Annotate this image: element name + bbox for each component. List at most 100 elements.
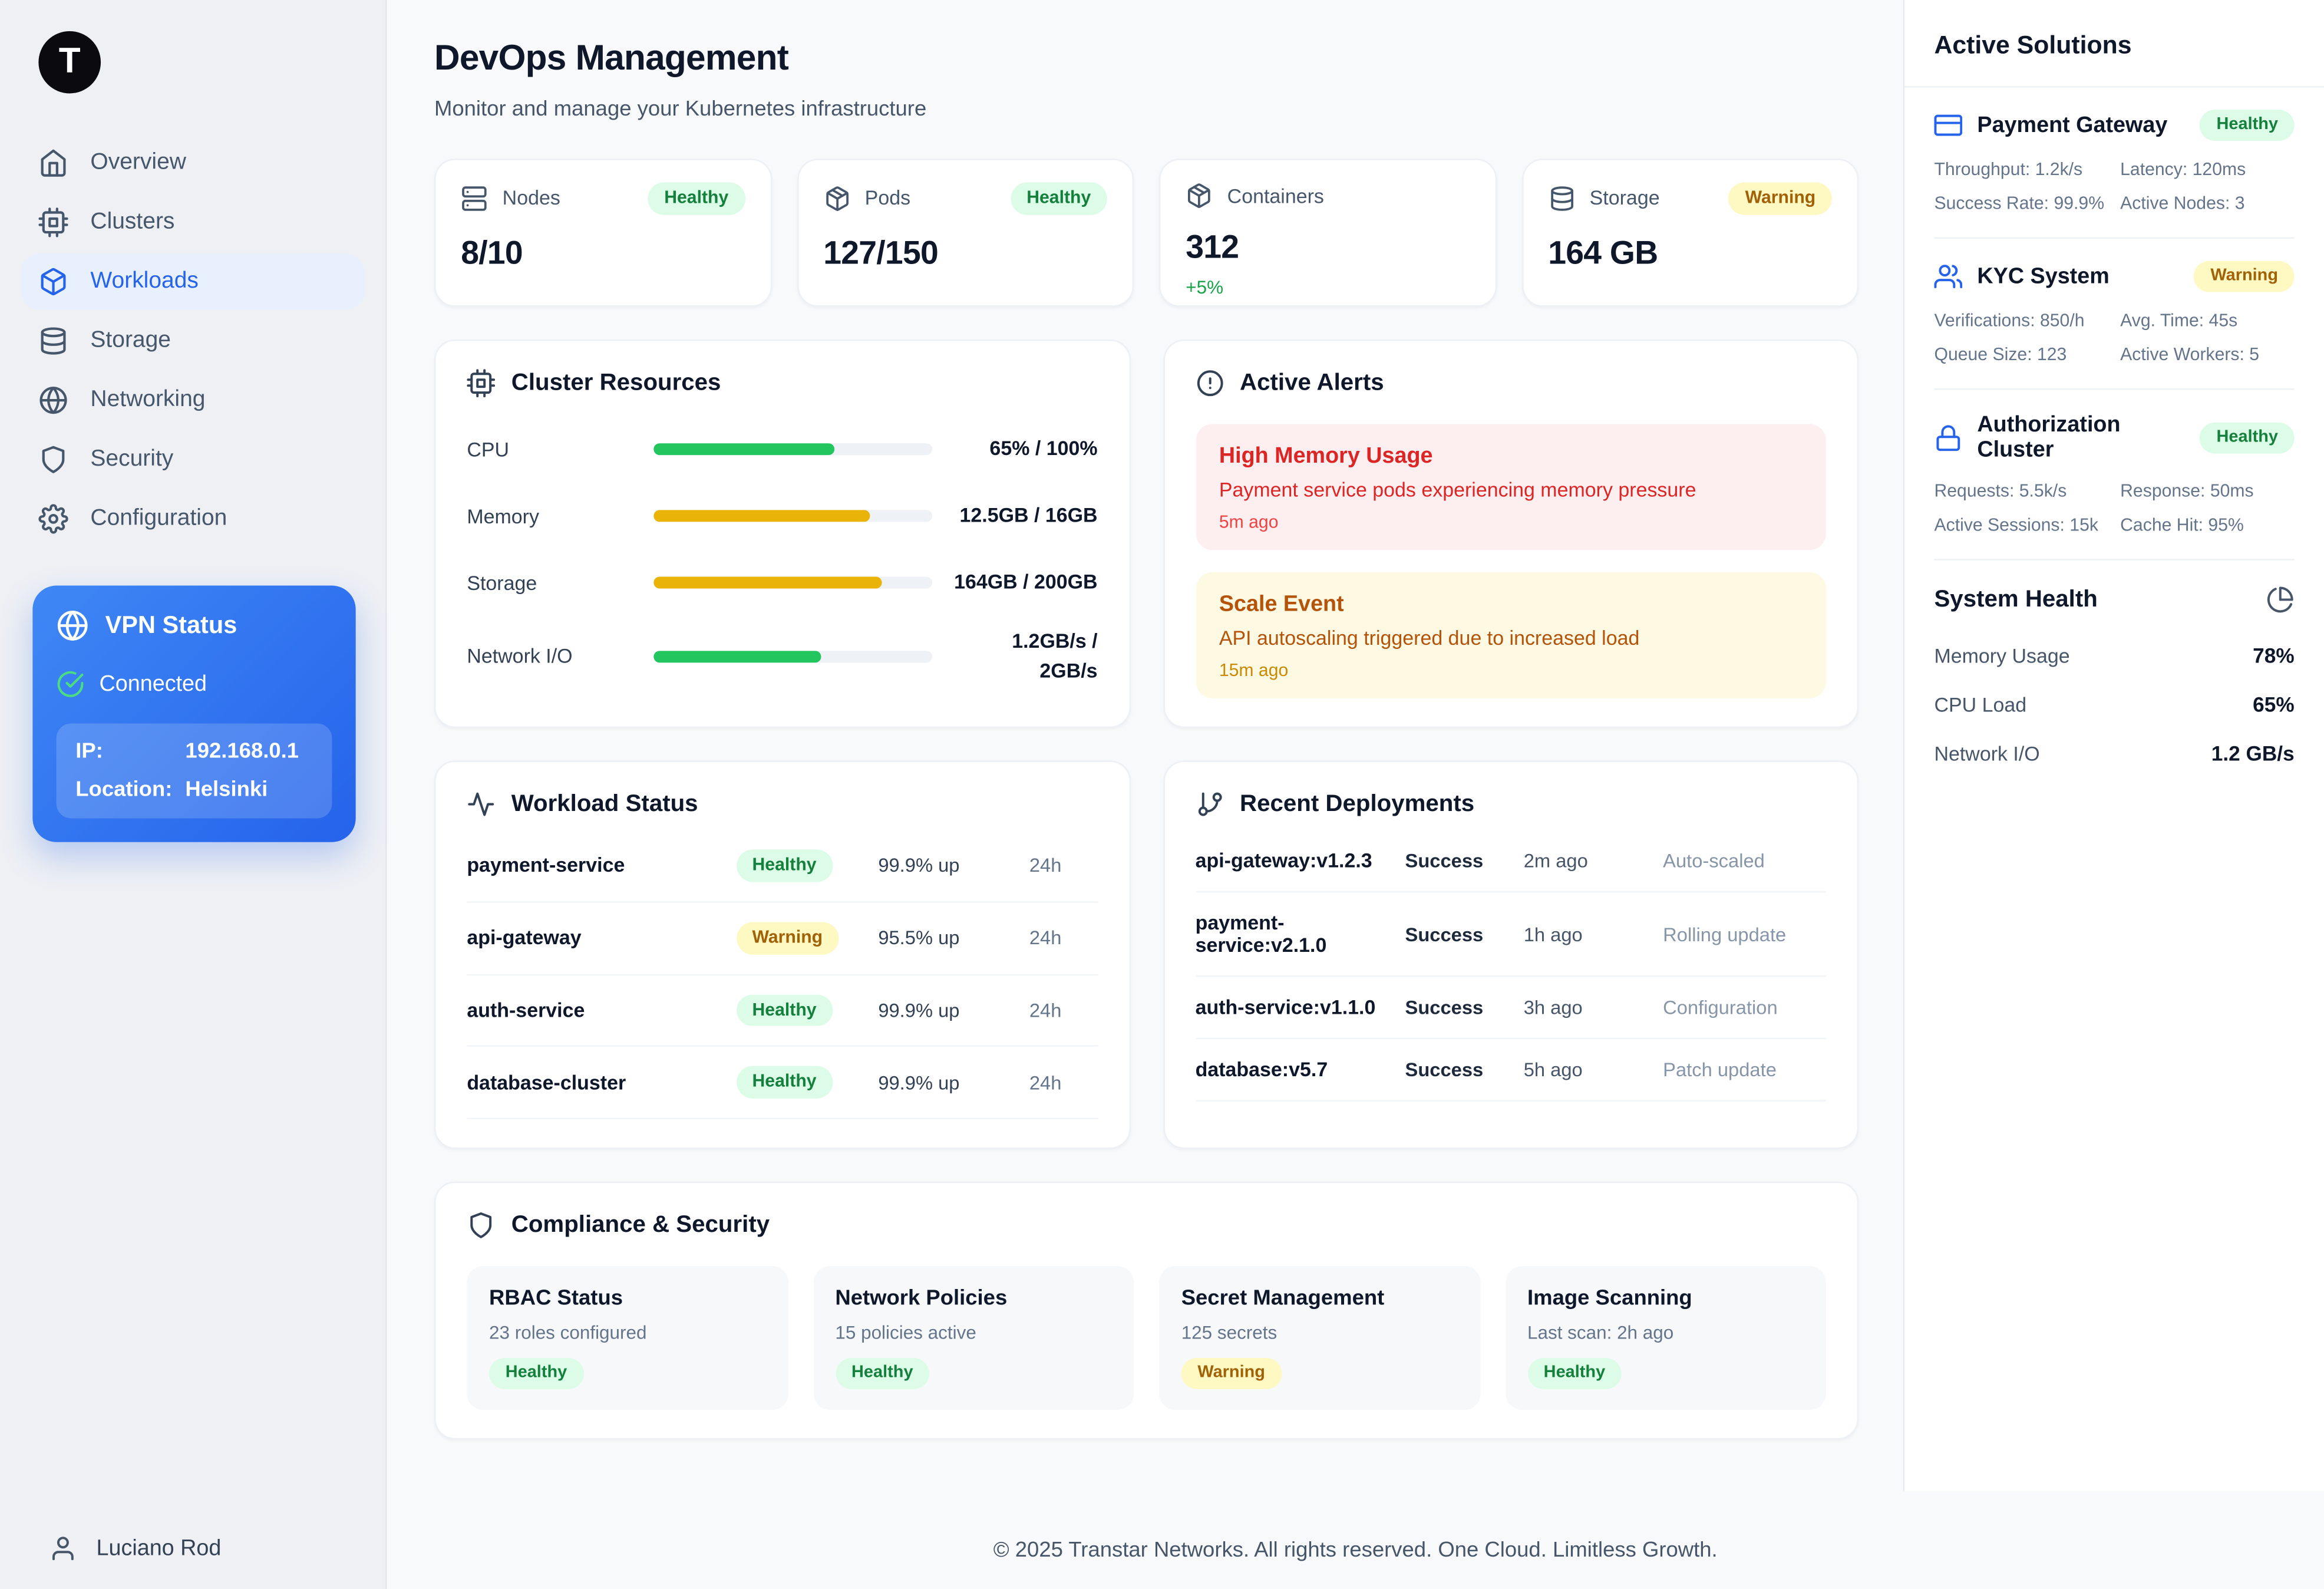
deployment-name: database:v5.7 (1196, 1059, 1391, 1081)
panel-title: Compliance & Security (511, 1212, 770, 1239)
stat-label: Storage (1590, 187, 1660, 210)
solution-metric: Requests: 5.5k/s (1934, 481, 2108, 502)
recent-deployments-panel: Recent Deployments api-gateway:v1.2.3 Su… (1163, 760, 1858, 1149)
alert-message: Payment service pods experiencing memory… (1219, 479, 1803, 501)
status-badge: Healthy (2200, 422, 2295, 453)
solution-item: Authorization Cluster Healthy Requests: … (1934, 391, 2294, 561)
nav-item[interactable]: Security (21, 431, 365, 488)
deployment-row: payment-service:v2.1.0 Success 1h ago Ro… (1196, 892, 1826, 977)
deployment-kind: Patch update (1663, 1059, 1826, 1081)
footer-copyright: © 2025 Transtar Networks. All rights res… (387, 1511, 2323, 1589)
progress-fill (653, 443, 834, 455)
globe-icon (57, 609, 89, 642)
nav-item-label: Configuration (90, 506, 227, 532)
stat-value: 127/150 (823, 234, 1107, 272)
health-value: 65% (2253, 693, 2295, 717)
stat-icon (461, 185, 487, 212)
nav-icon (38, 207, 68, 237)
alert-title: Scale Event (1219, 592, 1803, 617)
alert-circle-icon (1196, 369, 1224, 397)
nav-item[interactable]: Clusters (21, 194, 365, 251)
compliance-card: Secret Management 125 secrets Warning (1159, 1267, 1480, 1411)
solution-icon (1934, 424, 1962, 452)
status-badge: Healthy (1527, 1358, 1622, 1389)
workload-status-panel: Workload Status payment-service Healthy … (434, 760, 1130, 1149)
deployment-status: Success (1405, 849, 1509, 872)
status-badge: Warning (1729, 182, 1832, 215)
alert-message: API autoscaling triggered due to increas… (1219, 627, 1803, 650)
stat-card: Nodes Healthy 8/10 (434, 159, 771, 307)
active-solutions-sidebar: Active Solutions Payment Gateway Healthy… (1903, 0, 2324, 1491)
nav-item[interactable]: Networking (21, 372, 365, 428)
user-profile[interactable]: Luciano Rod (49, 1534, 221, 1562)
solution-metric: Throughput: 1.2k/s (1934, 159, 2108, 180)
workload-row: api-gateway Warning 95.5% up 24h (467, 902, 1097, 975)
stat-value: 164 GB (1548, 234, 1832, 272)
vpn-details: IP: 192.168.0.1 Location: Helsinki (57, 723, 332, 818)
stat-cards: Nodes Healthy 8/10 (434, 159, 1858, 307)
solution-icon (1934, 111, 1962, 140)
compliance-card: Image Scanning Last scan: 2h ago Healthy (1505, 1267, 1826, 1411)
deployment-name: payment-service:v2.1.0 (1196, 912, 1391, 956)
solution-name: Payment Gateway (1977, 113, 2167, 138)
resource-row: Memory 12.5GB / 16GB (467, 494, 1097, 538)
resource-row: CPU 65% / 100% (467, 427, 1097, 471)
vpn-title: VPN Status (105, 612, 237, 640)
workload-uptime: 99.9% up (878, 1072, 1014, 1094)
compliance-title: Image Scanning (1527, 1287, 1804, 1311)
resource-row: Network I/O 1.2GB/s / 2GB/s (467, 627, 1097, 685)
page-title: DevOps Management (434, 38, 1858, 80)
stat-label: Pods (865, 187, 910, 210)
compliance-subtitle: 125 secrets (1181, 1323, 1458, 1343)
nav-item[interactable]: Workloads (21, 253, 365, 310)
solution-metric: Verifications: 850/h (1934, 311, 2108, 331)
progress-bar (653, 576, 932, 588)
health-value: 1.2 GB/s (2211, 742, 2295, 766)
deployment-status: Success (1405, 1059, 1509, 1081)
deployment-kind: Auto-scaled (1663, 849, 1826, 872)
progress-fill (653, 576, 882, 588)
pie-chart-icon (2266, 586, 2295, 615)
deployment-kind: Configuration (1663, 996, 1826, 1018)
health-row: CPU Load 65% (1934, 693, 2294, 717)
status-badge: Healthy (736, 849, 833, 882)
solution-metric: Queue Size: 123 (1934, 345, 2108, 365)
deployment-time: 1h ago (1524, 923, 1648, 945)
user-name: Luciano Rod (96, 1536, 221, 1561)
workload-uptime: 99.9% up (878, 999, 1014, 1021)
vpn-connection-status: Connected (100, 671, 207, 697)
nav-item[interactable]: Configuration (21, 491, 365, 548)
check-circle-icon (57, 670, 85, 698)
status-badge: Healthy (835, 1358, 929, 1389)
nav-icon (38, 385, 68, 415)
vpn-ip-value: 192.168.0.1 (185, 740, 312, 763)
deployment-row: database:v5.7 Success 5h ago Patch updat… (1196, 1039, 1826, 1102)
workload-row: auth-service Healthy 99.9% up 24h (467, 975, 1097, 1047)
nav-item[interactable]: Overview (21, 135, 365, 192)
status-badge: Warning (2194, 261, 2295, 292)
vpn-location-value: Helsinki (185, 779, 312, 802)
status-badge: Healthy (736, 1066, 833, 1099)
resource-label: Storage (467, 572, 633, 594)
vpn-location-label: Location: (75, 779, 185, 802)
system-health-panel: System Health Memory Usage 78% CPU Load (1934, 561, 2294, 766)
solution-metric: Avg. Time: 45s (2120, 311, 2295, 331)
deployment-row: auth-service:v1.1.0 Success 3h ago Confi… (1196, 977, 1826, 1040)
health-value: 78% (2253, 644, 2295, 668)
brand-logo[interactable]: T (38, 31, 101, 94)
nav-item[interactable]: Storage (21, 313, 365, 370)
alert-time: 5m ago (1219, 512, 1803, 532)
stat-icon (823, 185, 850, 212)
health-label: Network I/O (1934, 743, 2039, 765)
alert-item: High Memory Usage Payment service pods e… (1196, 424, 1826, 550)
status-badge: Healthy (648, 182, 745, 215)
workload-window: 24h (1029, 855, 1098, 877)
workload-window: 24h (1029, 999, 1098, 1021)
stat-icon (1186, 182, 1212, 209)
main-nav: Overview Clusters Workloads Storage (0, 135, 385, 547)
progress-bar (653, 650, 932, 662)
deployment-status: Success (1405, 996, 1509, 1018)
workload-name: database-cluster (467, 1072, 721, 1094)
app-window: T Overview Clusters Workloads (0, 0, 2324, 1589)
panel-title: Recent Deployments (1240, 791, 1474, 817)
